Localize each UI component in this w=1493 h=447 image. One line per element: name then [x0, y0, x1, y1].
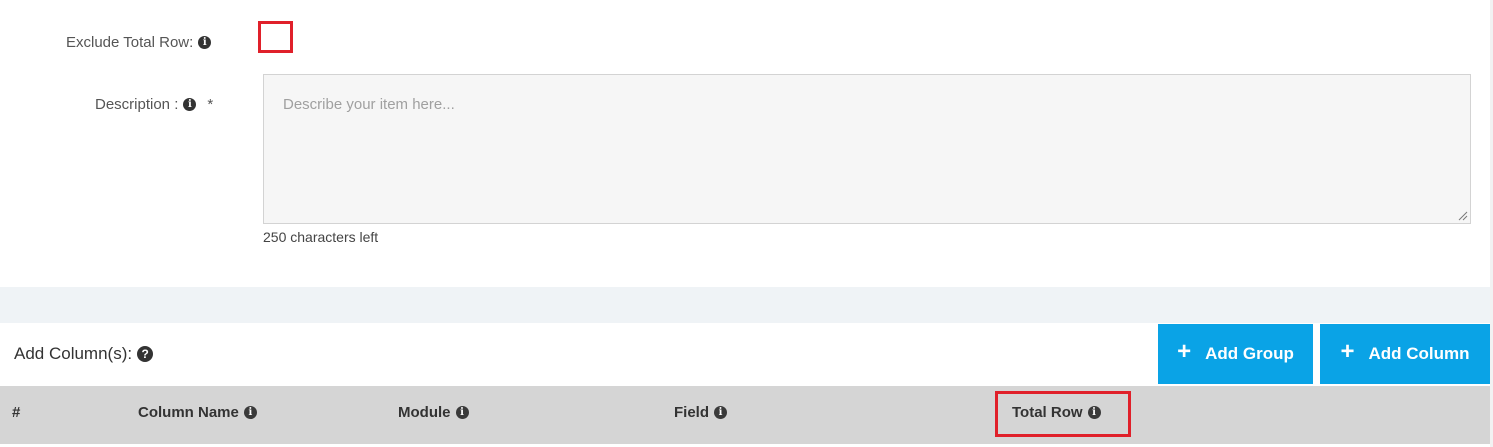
description-placeholder: Describe your item here... — [283, 96, 455, 113]
header-index-label: # — [12, 404, 21, 421]
plus-icon: + — [1340, 338, 1355, 365]
section-divider — [0, 287, 1493, 323]
description-text: Description : — [95, 96, 179, 113]
info-icon[interactable]: i — [183, 98, 197, 111]
add-column-label: Add Column — [1368, 344, 1470, 363]
add-columns-title: Add Column(s): ? — [14, 344, 154, 364]
info-icon[interactable]: i — [714, 406, 728, 419]
add-group-label: Add Group — [1205, 344, 1294, 363]
info-icon[interactable]: i — [243, 406, 257, 419]
header-module-label: Module — [398, 404, 451, 421]
info-icon[interactable]: i — [198, 36, 212, 49]
question-circle-icon[interactable]: ? — [137, 346, 154, 362]
characters-left-counter: 250 characters left — [263, 229, 379, 245]
header-index: # — [12, 404, 20, 421]
required-mark: * — [207, 96, 214, 113]
info-icon[interactable]: i — [455, 406, 469, 419]
header-field-label: Field — [674, 404, 710, 421]
add-group-button[interactable]: + Add Group — [1158, 324, 1313, 384]
header-column-name-label: Column Name — [138, 404, 239, 421]
header-column-name: Column Name i — [138, 404, 257, 421]
exclude-total-row-label: Exclude Total Row: i — [66, 34, 212, 51]
description-textarea[interactable]: Describe your item here... — [263, 74, 1471, 224]
plus-icon: + — [1177, 338, 1192, 365]
add-columns-text: Add Column(s): — [14, 344, 133, 363]
resize-grip-icon[interactable] — [1458, 211, 1468, 221]
add-column-button[interactable]: + Add Column — [1320, 324, 1490, 384]
header-module: Module i — [398, 404, 469, 421]
header-field: Field i — [674, 404, 728, 421]
exclude-total-row-checkbox[interactable] — [258, 21, 293, 53]
total-row-highlight — [995, 391, 1131, 437]
description-label: Description : i * — [95, 96, 213, 113]
exclude-total-row-text: Exclude Total Row: — [66, 34, 194, 51]
